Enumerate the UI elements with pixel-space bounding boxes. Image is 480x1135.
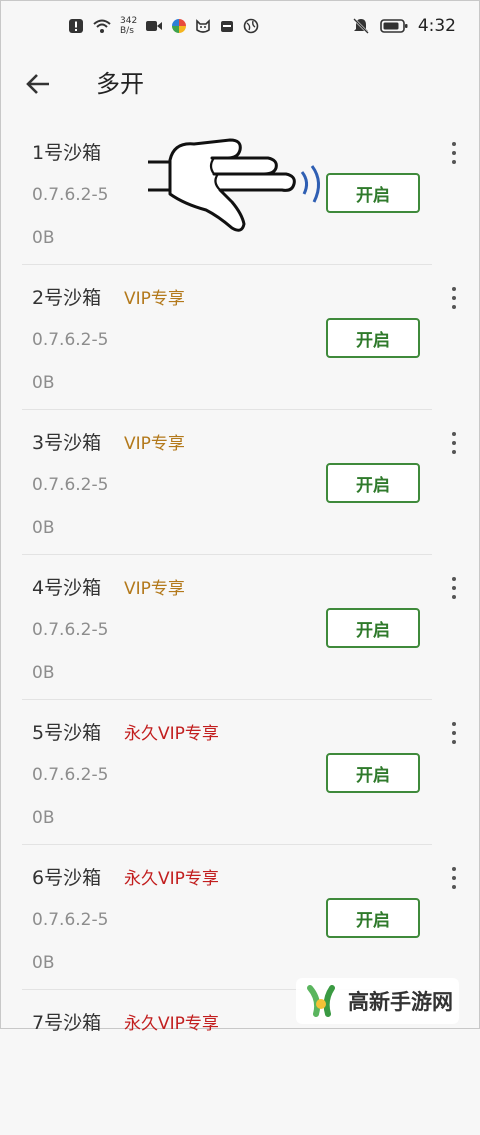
sandbox-item: 3号沙箱 VIP专享 0.7.6.2-5 0B 开启 bbox=[0, 410, 480, 555]
lifetime-vip-tag: 永久VIP专享 bbox=[124, 724, 219, 744]
more-icon[interactable] bbox=[448, 142, 460, 164]
sandbox-name: 7号沙箱 bbox=[32, 1012, 102, 1034]
hand-pointer-icon bbox=[144, 132, 334, 238]
box-icon bbox=[219, 18, 235, 34]
app-header: 多开 bbox=[0, 56, 480, 116]
sandbox-item: 4号沙箱 VIP专享 0.7.6.2-5 0B 开启 bbox=[0, 555, 480, 700]
watermark-logo-icon bbox=[302, 982, 340, 1020]
battery-icon bbox=[380, 18, 408, 34]
open-button[interactable]: 开启 bbox=[326, 463, 420, 503]
lifetime-vip-tag: 永久VIP专享 bbox=[124, 869, 219, 889]
network-speed-unit: B/s bbox=[120, 26, 134, 36]
globe-icon bbox=[243, 18, 259, 34]
mute-icon bbox=[352, 17, 370, 35]
sandbox-size: 0B bbox=[32, 953, 55, 973]
back-arrow-icon[interactable] bbox=[22, 68, 54, 100]
more-icon[interactable] bbox=[448, 432, 460, 454]
more-icon[interactable] bbox=[448, 287, 460, 309]
more-icon[interactable] bbox=[448, 867, 460, 889]
sandbox-version: 0.7.6.2-5 bbox=[32, 910, 109, 930]
sandbox-version: 0.7.6.2-5 bbox=[32, 765, 109, 785]
vip-tag: VIP专享 bbox=[124, 434, 185, 454]
sandbox-name: 6号沙箱 bbox=[32, 867, 102, 889]
status-time: 4:32 bbox=[417, 16, 456, 36]
app-icon bbox=[171, 18, 187, 34]
sandbox-item: 2号沙箱 VIP专享 0.7.6.2-5 0B 开启 bbox=[0, 265, 480, 410]
status-right: 4:32 bbox=[352, 16, 456, 36]
watermark: 高新手游网 bbox=[296, 978, 459, 1024]
sandbox-size: 0B bbox=[32, 228, 55, 248]
more-icon[interactable] bbox=[448, 722, 460, 744]
sandbox-version: 0.7.6.2-5 bbox=[32, 330, 109, 350]
more-icon[interactable] bbox=[448, 577, 460, 599]
alert-icon bbox=[68, 18, 84, 34]
vip-tag: VIP专享 bbox=[124, 289, 185, 309]
sandbox-name: 1号沙箱 bbox=[32, 142, 102, 164]
sandbox-size: 0B bbox=[32, 518, 55, 538]
sandbox-item: 6号沙箱 永久VIP专享 0.7.6.2-5 0B 开启 bbox=[0, 845, 480, 990]
sandbox-version: 0.7.6.2-5 bbox=[32, 475, 109, 495]
network-speed-value: 342 bbox=[120, 16, 138, 26]
page-title: 多开 bbox=[96, 70, 144, 98]
sandbox-version: 0.7.6.2-5 bbox=[32, 185, 109, 205]
sandbox-name: 5号沙箱 bbox=[32, 722, 102, 744]
wifi-icon bbox=[92, 18, 112, 34]
sandbox-size: 0B bbox=[32, 373, 55, 393]
sandbox-size: 0B bbox=[32, 663, 55, 683]
status-left: 342 B/s bbox=[68, 16, 259, 36]
sandbox-name: 4号沙箱 bbox=[32, 577, 102, 599]
vip-tag: VIP专享 bbox=[124, 579, 185, 599]
status-bar: 342 B/s 4:32 bbox=[0, 0, 480, 56]
network-speed: 342 B/s bbox=[120, 16, 137, 36]
open-button[interactable]: 开启 bbox=[326, 318, 420, 358]
sandbox-size: 0B bbox=[32, 808, 55, 828]
sandbox-name: 2号沙箱 bbox=[32, 287, 102, 309]
lifetime-vip-tag: 永久VIP专享 bbox=[124, 1014, 219, 1034]
sandbox-name: 3号沙箱 bbox=[32, 432, 102, 454]
video-icon bbox=[145, 19, 163, 33]
cat-icon bbox=[195, 18, 211, 34]
open-button[interactable]: 开启 bbox=[326, 753, 420, 793]
open-button[interactable]: 开启 bbox=[326, 898, 420, 938]
watermark-text: 高新手游网 bbox=[348, 990, 453, 1014]
sandbox-version: 0.7.6.2-5 bbox=[32, 620, 109, 640]
open-button[interactable]: 开启 bbox=[326, 173, 420, 213]
open-button[interactable]: 开启 bbox=[326, 608, 420, 648]
sandbox-item: 5号沙箱 永久VIP专享 0.7.6.2-5 0B 开启 bbox=[0, 700, 480, 845]
